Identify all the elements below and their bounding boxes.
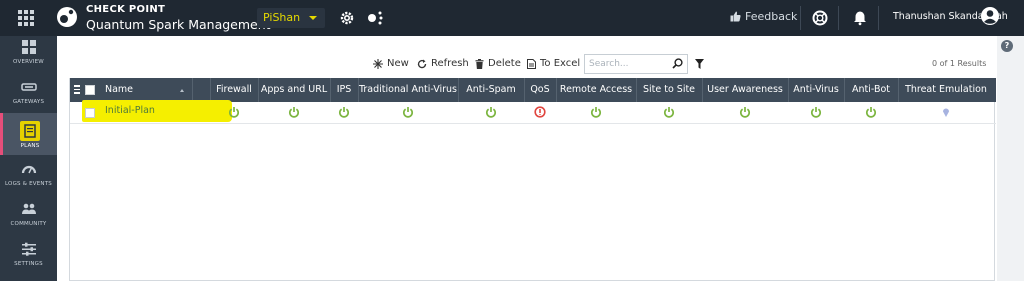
column-divider	[192, 78, 193, 102]
sidebar-item-settings[interactable]: SETTINGS	[0, 238, 57, 278]
delete-label: Delete	[488, 58, 521, 69]
brand: CHECK POINT Quantum Spark Management	[86, 3, 271, 32]
column-header-name[interactable]: Name	[105, 78, 165, 102]
toolbar: New Refresh Delete To Excel Search...	[57, 54, 997, 74]
column-header-apps-url[interactable]: Apps and URL	[258, 78, 330, 102]
new-button[interactable]: New	[373, 58, 409, 69]
document-icon	[527, 58, 536, 69]
sparkle-icon	[373, 58, 383, 69]
export-excel-button[interactable]: To Excel	[527, 58, 580, 69]
column-header-site-to-site[interactable]: Site to Site	[636, 78, 702, 102]
column-menu-icon[interactable]	[74, 85, 80, 95]
chevron-down-icon	[309, 16, 317, 20]
sidebar-item-gateways[interactable]: GATEWAYS	[0, 76, 57, 116]
column-header-ips[interactable]: IPS	[330, 78, 358, 102]
plans-table: Name Firewall Apps and URL IPS Tradition…	[69, 78, 996, 281]
app-launcher-icon[interactable]	[18, 10, 34, 26]
excel-label: To Excel	[540, 58, 581, 69]
divider	[800, 6, 801, 30]
brand-product: Quantum Spark Management	[86, 17, 271, 32]
refresh-label: Refresh	[431, 58, 469, 69]
status-on-icon-user-awareness	[740, 107, 750, 118]
dashboard-icon	[21, 40, 36, 54]
sidebar-item-label: SETTINGS	[14, 261, 43, 267]
feedback-label: Feedback	[745, 10, 798, 23]
status-on-icon-firewall	[229, 107, 239, 118]
column-header-anti-bot[interactable]: Anti-Bot	[844, 78, 898, 102]
plans-content: New Refresh Delete To Excel Search... 0 …	[57, 36, 997, 281]
sidebar-item-label: LOGS & EVENTS	[4, 181, 52, 187]
top-bar: CHECK POINT Quantum Spark Management PiS…	[0, 0, 1024, 36]
sidebar-item-label: GATEWAYS	[12, 99, 45, 105]
row-checkbox[interactable]	[85, 108, 95, 118]
table-row[interactable]: Initial-Plan	[70, 100, 996, 124]
refresh-icon	[417, 59, 427, 68]
status-on-icon-anti-bot	[866, 107, 876, 118]
sidebar-item-label: COMMUNITY	[10, 221, 47, 227]
column-header-traditional-av[interactable]: Traditional Anti-Virus	[358, 78, 458, 102]
refresh-button[interactable]: Refresh	[417, 58, 469, 69]
divider	[838, 6, 839, 30]
search-icon[interactable]	[672, 58, 683, 69]
sidebar: OVERVIEW GATEWAYS PLANS LOGS & EVENTS CO…	[0, 36, 57, 281]
status-off-icon-qos	[534, 106, 546, 118]
status-on-icon-traditional-av	[403, 107, 413, 118]
gateway-selected-label: PiShan	[263, 11, 301, 24]
column-header-qos[interactable]: QoS	[524, 78, 556, 102]
feedback-button[interactable]: Feedback	[730, 10, 797, 23]
plans-icon	[20, 121, 40, 141]
sidebar-item-label: PLANS	[20, 143, 40, 149]
user-avatar-icon[interactable]	[980, 6, 1000, 26]
gauge-icon	[21, 165, 36, 174]
status-on-icon-remote-access	[591, 107, 601, 118]
search-input[interactable]	[585, 55, 665, 73]
status-on-icon-anti-spam	[486, 107, 496, 118]
column-header-threat-emulation[interactable]: Threat Emulation	[898, 78, 994, 102]
table-header: Name Firewall Apps and URL IPS Tradition…	[70, 78, 996, 102]
divider	[878, 6, 879, 30]
search-box	[584, 54, 688, 74]
help-icon[interactable]: ?	[1001, 40, 1013, 52]
results-count: 0 of 1 Results	[932, 59, 987, 68]
new-label: New	[387, 58, 409, 69]
network-icon[interactable]	[366, 9, 384, 27]
status-pending-icon-threat-emulation	[943, 108, 949, 117]
lifebuoy-icon[interactable]	[811, 9, 829, 27]
status-on-icon-site-to-site	[664, 107, 674, 118]
filter-icon[interactable]	[695, 59, 704, 69]
sidebar-item-label: OVERVIEW	[13, 59, 44, 65]
status-on-icon-apps-url	[289, 107, 299, 118]
sidebar-item-community[interactable]: COMMUNITY	[0, 198, 57, 238]
plan-name-link[interactable]: Initial-Plan	[105, 105, 155, 116]
sidebar-item-plans[interactable]: PLANS	[0, 113, 57, 155]
people-icon	[21, 203, 36, 214]
gear-icon[interactable]	[338, 9, 356, 27]
column-header-user-awareness[interactable]: User Awareness	[702, 78, 788, 102]
column-header-remote-access[interactable]: Remote Access	[556, 78, 636, 102]
sidebar-item-overview[interactable]: OVERVIEW	[0, 36, 57, 76]
sort-ascending-icon[interactable]	[180, 89, 184, 92]
column-header-anti-spam[interactable]: Anti-Spam	[458, 78, 524, 102]
trash-icon	[475, 58, 484, 69]
column-header-anti-virus[interactable]: Anti-Virus	[788, 78, 844, 102]
brand-company: CHECK POINT	[86, 4, 166, 15]
column-header-firewall[interactable]: Firewall	[210, 78, 258, 102]
check-point-logo	[57, 7, 77, 27]
thumbs-up-icon	[730, 11, 741, 22]
sliders-icon	[21, 242, 36, 256]
bell-icon[interactable]	[851, 9, 869, 27]
select-all-checkbox[interactable]	[85, 85, 95, 95]
gateway-selector[interactable]: PiShan	[257, 8, 325, 28]
main-panel: New Refresh Delete To Excel Search... 0 …	[57, 36, 1024, 281]
delete-button[interactable]: Delete	[475, 58, 521, 69]
status-on-icon-ips	[339, 107, 349, 118]
status-on-icon-anti-virus	[811, 107, 821, 118]
gateway-icon	[20, 83, 37, 91]
sidebar-item-logs-events[interactable]: LOGS & EVENTS	[0, 158, 57, 198]
